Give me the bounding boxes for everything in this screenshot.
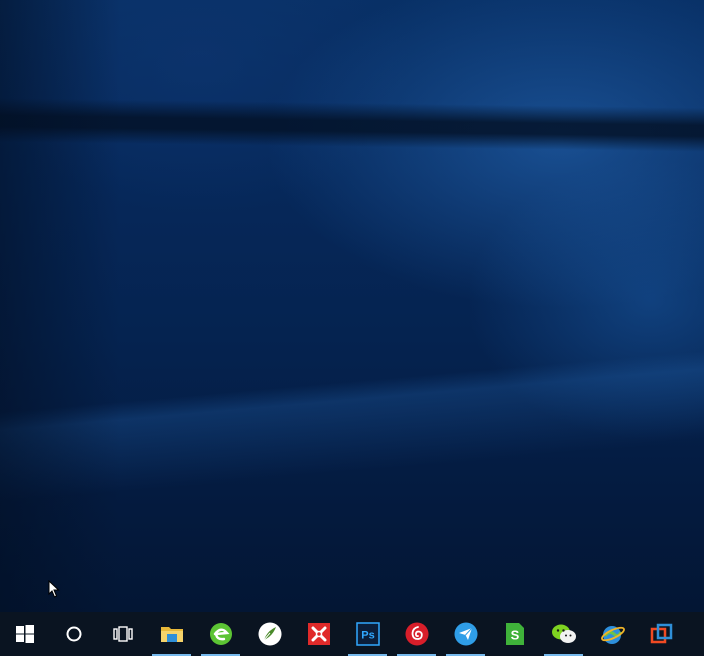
taskbar-app-netease-music[interactable]	[392, 612, 441, 656]
taskbar-app-file-explorer[interactable]	[147, 612, 196, 656]
windows-logo-icon	[15, 625, 34, 643]
task-view-button[interactable]	[98, 612, 147, 656]
taskbar-app-vmware[interactable]	[637, 612, 686, 656]
green-e-browser-icon	[209, 623, 232, 645]
red-x-icon	[307, 623, 330, 645]
wallpaper-shadow	[0, 0, 120, 612]
ps-icon: Ps	[355, 622, 380, 646]
taskbar-app-photoshop[interactable]: Ps	[343, 612, 392, 656]
feather-pen-icon	[258, 622, 281, 646]
search-button[interactable]	[49, 612, 98, 656]
green-s-icon: S	[505, 623, 524, 645]
taskbar-app-browser-green[interactable]	[196, 612, 245, 656]
green-s-icon-label: S	[510, 628, 519, 643]
taskbar-app-wechat[interactable]	[539, 612, 588, 656]
taskbar-app-pen[interactable]	[245, 612, 294, 656]
ps-icon-label: Ps	[361, 630, 374, 642]
taskbar: Ps S	[0, 612, 704, 656]
taskbar-app-xmind[interactable]	[294, 612, 343, 656]
ie-globe-icon	[600, 626, 625, 644]
taskbar-app-paper-plane[interactable]	[441, 612, 490, 656]
cortana-ring-icon	[66, 626, 81, 642]
taskbar-app-internet-explorer[interactable]	[588, 612, 637, 656]
wechat-icon	[551, 624, 576, 643]
folder-icon	[160, 627, 183, 642]
mouse-pointer-icon	[48, 580, 60, 598]
desktop-wallpaper	[0, 0, 704, 612]
task-view-icon	[112, 626, 133, 642]
red-music-icon	[405, 622, 428, 646]
start-button[interactable]	[0, 612, 49, 656]
paper-plane-icon	[454, 622, 477, 646]
taskbar-app-green-s[interactable]: S	[490, 612, 539, 656]
vmware-icon	[650, 623, 672, 644]
